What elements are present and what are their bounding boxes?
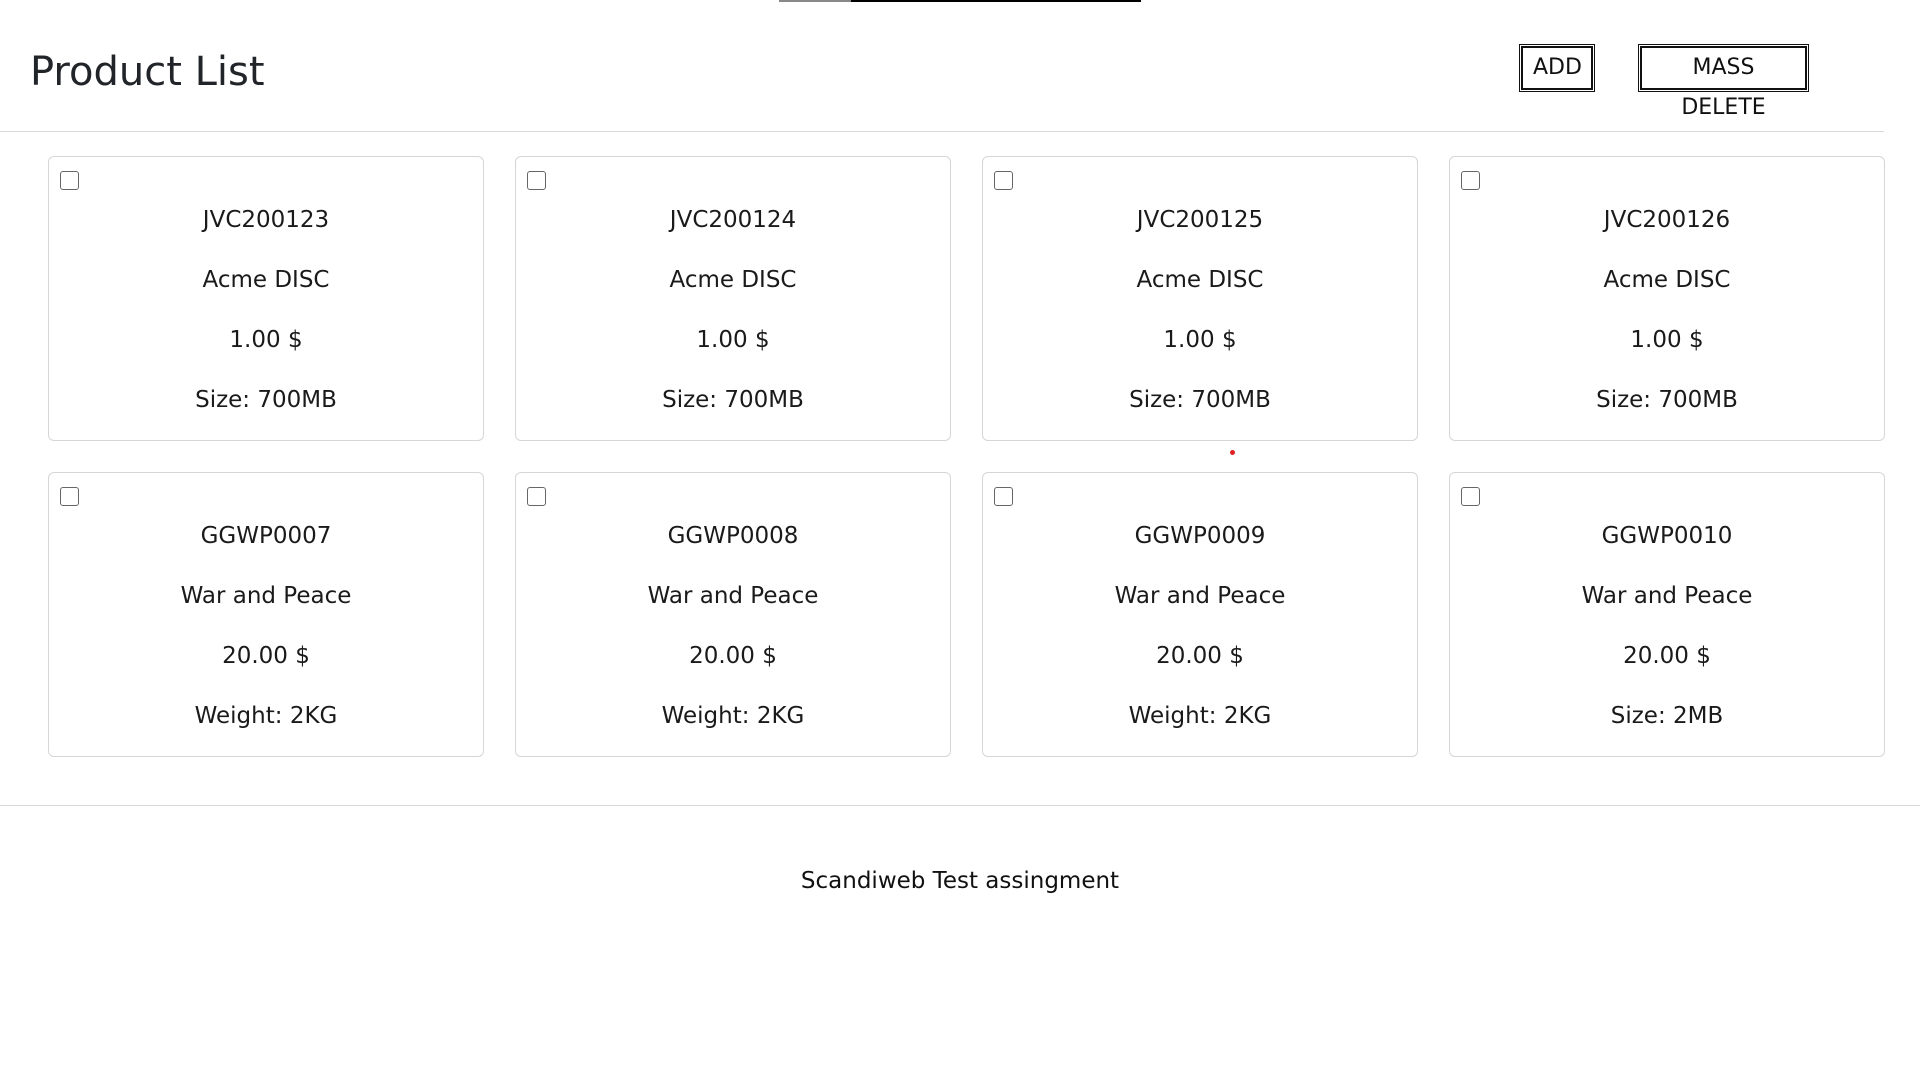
- product-name: Acme DISC: [1136, 267, 1264, 293]
- product-card: JVC200125 Acme DISC 1.00 $ Size: 700MB: [982, 156, 1418, 441]
- cursor-dot: [1230, 450, 1235, 455]
- delete-checkbox[interactable]: [60, 171, 79, 190]
- product-sku: GGWP0008: [667, 523, 799, 549]
- product-price: 1.00 $: [229, 327, 303, 353]
- product-sku: JVC200124: [669, 207, 797, 233]
- product-price: 20.00 $: [222, 643, 310, 669]
- delete-checkbox[interactable]: [60, 487, 79, 506]
- product-name: War and Peace: [647, 583, 819, 609]
- delete-checkbox[interactable]: [527, 487, 546, 506]
- page-header: Product List ADD MASS DELETE: [0, 0, 1920, 132]
- product-card: GGWP0007 War and Peace 20.00 $ Weight: 2…: [48, 472, 484, 757]
- product-name: Acme DISC: [1603, 267, 1731, 293]
- product-sku: JVC200123: [202, 207, 330, 233]
- footer-text: Scandiweb Test assingment: [800, 868, 1120, 894]
- page-title: Product List: [30, 49, 265, 95]
- product-price: 20.00 $: [1623, 643, 1711, 669]
- product-attribute: Size: 700MB: [662, 387, 804, 413]
- product-price: 1.00 $: [696, 327, 770, 353]
- product-card: GGWP0008 War and Peace 20.00 $ Weight: 2…: [515, 472, 951, 757]
- footer-divider: [0, 805, 1920, 806]
- product-attribute: Size: 700MB: [195, 387, 337, 413]
- delete-checkbox[interactable]: [994, 487, 1013, 506]
- product-attribute: Weight: 2KG: [661, 703, 805, 729]
- product-name: War and Peace: [180, 583, 352, 609]
- product-card: JVC200124 Acme DISC 1.00 $ Size: 700MB: [515, 156, 951, 441]
- product-name: Acme DISC: [669, 267, 797, 293]
- product-name: Acme DISC: [202, 267, 330, 293]
- product-sku: JVC200126: [1603, 207, 1731, 233]
- product-attribute: Weight: 2KG: [194, 703, 338, 729]
- product-attribute: Size: 700MB: [1596, 387, 1738, 413]
- product-name: War and Peace: [1581, 583, 1753, 609]
- product-attribute: Weight: 2KG: [1128, 703, 1272, 729]
- product-grid: JVC200123 Acme DISC 1.00 $ Size: 700MB J…: [48, 156, 1885, 757]
- add-button[interactable]: ADD: [1521, 46, 1593, 90]
- product-sku: GGWP0007: [200, 523, 332, 549]
- product-attribute: Size: 700MB: [1129, 387, 1271, 413]
- product-card: JVC200123 Acme DISC 1.00 $ Size: 700MB: [48, 156, 484, 441]
- delete-checkbox[interactable]: [1461, 487, 1480, 506]
- delete-checkbox[interactable]: [1461, 171, 1480, 190]
- product-price: 20.00 $: [689, 643, 777, 669]
- product-price: 20.00 $: [1156, 643, 1244, 669]
- mass-delete-button[interactable]: MASS DELETE: [1640, 46, 1807, 120]
- product-sku: GGWP0010: [1601, 523, 1733, 549]
- product-card: GGWP0009 War and Peace 20.00 $ Weight: 2…: [982, 472, 1418, 757]
- product-card: GGWP0010 War and Peace 20.00 $ Size: 2MB: [1449, 472, 1885, 757]
- product-name: War and Peace: [1114, 583, 1286, 609]
- product-sku: JVC200125: [1136, 207, 1264, 233]
- header-divider: [0, 131, 1884, 132]
- delete-checkbox[interactable]: [527, 171, 546, 190]
- product-sku: GGWP0009: [1134, 523, 1266, 549]
- product-attribute: Size: 2MB: [1610, 703, 1724, 729]
- product-price: 1.00 $: [1630, 327, 1704, 353]
- product-price: 1.00 $: [1163, 327, 1237, 353]
- product-card: JVC200126 Acme DISC 1.00 $ Size: 700MB: [1449, 156, 1885, 441]
- delete-checkbox[interactable]: [994, 171, 1013, 190]
